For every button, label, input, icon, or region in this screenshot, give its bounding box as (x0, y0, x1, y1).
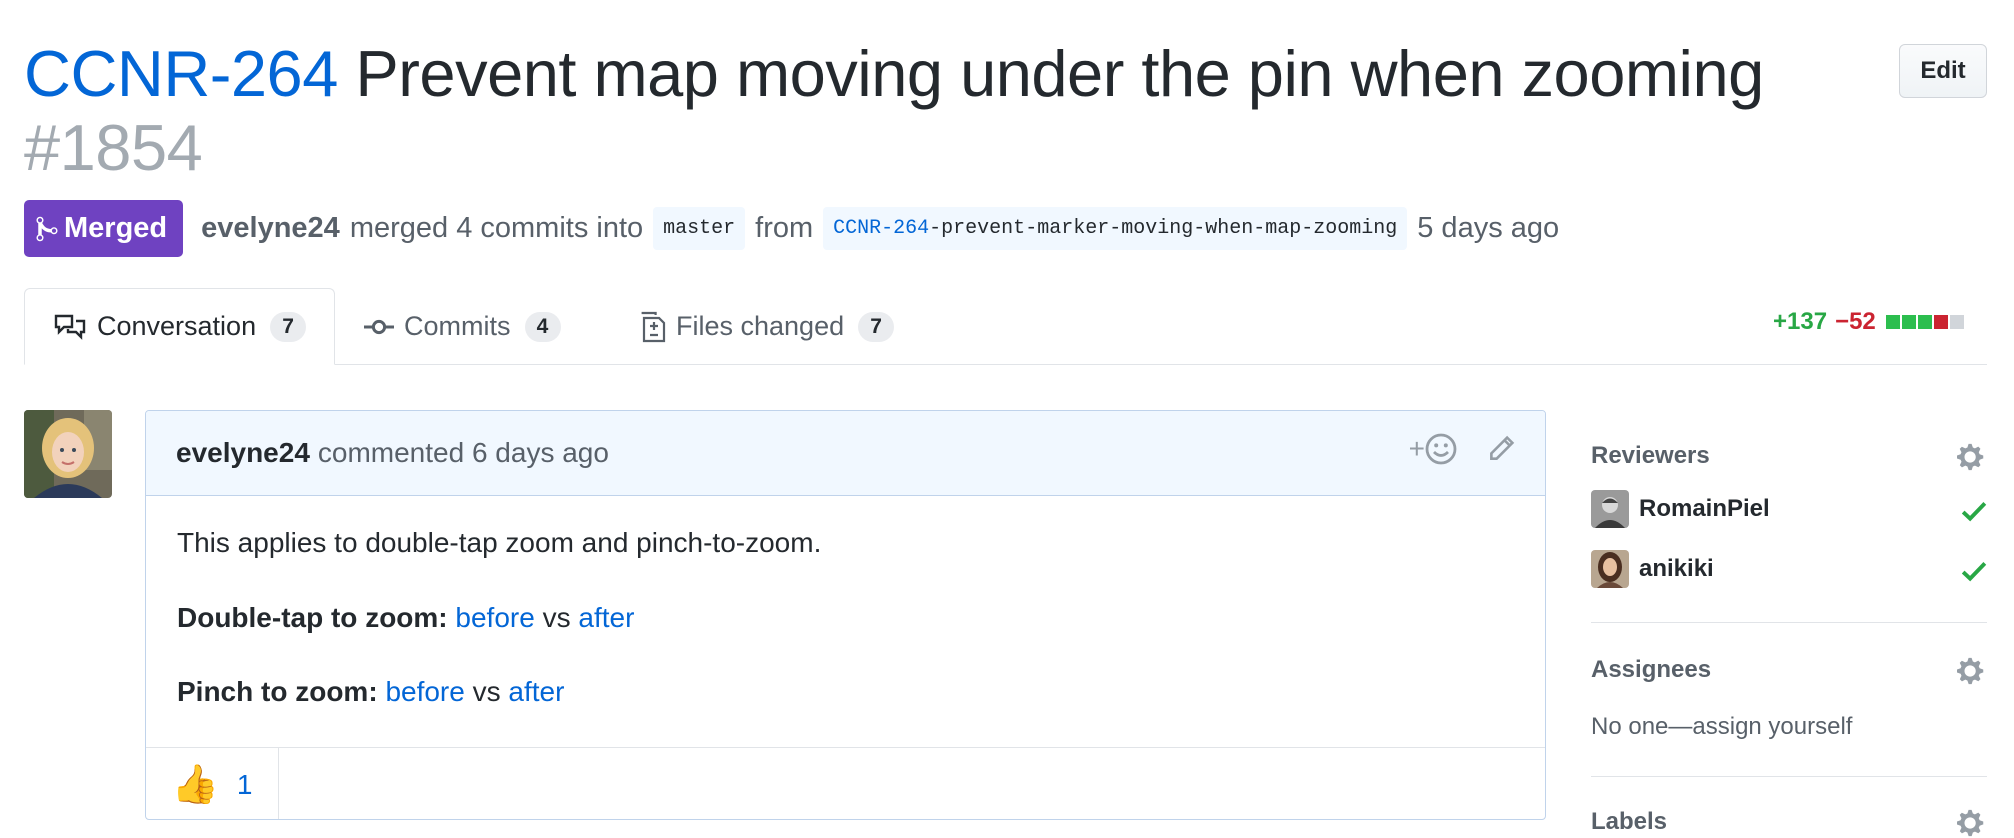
comment-actions: + (1409, 433, 1515, 465)
tab-files-changed-label: Files changed (676, 311, 845, 341)
tab-commits-count: 4 (524, 311, 561, 342)
file-diff-icon (640, 311, 666, 343)
tab-files-changed-count: 7 (858, 311, 895, 342)
head-branch-key: CCNR-264 (833, 217, 930, 240)
merged-label: Merged (64, 212, 168, 244)
double-tap-vs: vs (542, 602, 571, 633)
head-branch[interactable]: CCNR-264-prevent-marker-moving-when-map-… (823, 207, 1408, 250)
pinch-after-link[interactable]: after (508, 676, 564, 707)
tab-conversation-count: 7 (270, 311, 307, 342)
double-tap-before-link[interactable]: before (455, 602, 534, 633)
diffstat-block (1901, 315, 1916, 329)
diffstat-deletions: −52 (1835, 308, 1876, 335)
issue-key-link[interactable]: CCNR-264 (24, 37, 338, 110)
pencil-icon[interactable] (1487, 435, 1515, 463)
thumbs-up-icon: 👍 (171, 764, 219, 806)
reviewers-heading[interactable]: Reviewers (1591, 442, 1710, 470)
reviewer-avatar (1591, 550, 1629, 588)
pr-number: #1854 (24, 111, 203, 184)
sidebar-divider (1591, 776, 1987, 777)
comment-box: evelyne24 commented 6 days ago + This ap… (145, 410, 1546, 820)
reviewer-name: RomainPiel (1639, 495, 1770, 522)
reviewer-name: anikiki (1639, 555, 1714, 582)
smiley-icon (1425, 433, 1457, 465)
reviewer-item[interactable]: RomainPiel (1591, 490, 1770, 528)
assignees-heading[interactable]: Assignees (1591, 656, 1711, 684)
diffstat-additions: +137 (1773, 308, 1828, 335)
approved-check-icon (1961, 562, 1987, 582)
approved-check-icon (1961, 502, 1987, 522)
reviewer-avatar (1591, 490, 1629, 528)
comment-line-1: This applies to double-tap zoom and pinc… (177, 527, 822, 558)
double-tap-after-link[interactable]: after (578, 602, 634, 633)
merge-time: 5 days ago (1417, 212, 1560, 244)
tab-files-changed[interactable]: Files changed 7 (640, 288, 895, 365)
edit-button[interactable]: Edit (1899, 44, 1987, 98)
comment-line-double-tap: Double-tap to zoom: before vs after (177, 602, 634, 634)
pinch-before-link[interactable]: before (385, 676, 464, 707)
assignees-gear-icon[interactable] (1957, 656, 1987, 686)
reviewer-item[interactable]: anikiki (1591, 550, 1714, 588)
comment-action[interactable]: commented 6 days ago (318, 437, 609, 469)
diffstat-block (1885, 315, 1900, 329)
diffstat[interactable]: +137 −52 (1773, 308, 1966, 336)
thumbs-up-reaction-button[interactable]: 👍 1 (146, 748, 279, 819)
add-reaction-plus: + (1408, 433, 1425, 464)
labels-heading[interactable]: Labels (1591, 808, 1667, 836)
from-text: from (755, 212, 814, 244)
assign-yourself-link[interactable]: No one—assign yourself (1591, 713, 1852, 741)
add-reaction-button[interactable]: + (1409, 433, 1457, 465)
reactions-bar: 👍 1 (146, 747, 1545, 819)
comment-header: evelyne24 commented 6 days ago + (146, 411, 1545, 496)
merged-text: merged 4 commits into (349, 212, 644, 244)
pr-title: CCNR-264 Prevent map moving under the pi… (24, 38, 1764, 110)
diffstat-block (1917, 315, 1932, 329)
pr-meta: Merged evelyne24 merged 4 commits into m… (24, 200, 1559, 257)
reviewers-gear-icon[interactable] (1957, 442, 1987, 472)
git-commit-icon (364, 317, 394, 337)
sidebar-divider (1591, 622, 1987, 623)
head-branch-rest: -prevent-marker-moving-when-map-zooming (929, 217, 1398, 240)
author-avatar[interactable] (24, 410, 112, 498)
labels-gear-icon[interactable] (1957, 808, 1987, 838)
pinch-label: Pinch to zoom: (177, 676, 378, 707)
base-branch[interactable]: master (653, 207, 746, 250)
diffstat-block (1933, 315, 1948, 329)
author-link[interactable]: evelyne24 (201, 212, 340, 245)
tab-conversation[interactable]: Conversation 7 (24, 288, 336, 365)
tab-commits-label: Commits (404, 311, 511, 341)
comment-discussion-icon (53, 313, 87, 341)
reaction-count: 1 (236, 769, 253, 800)
comment-line-pinch: Pinch to zoom: before vs after (177, 676, 564, 708)
diffstat-block (1949, 315, 1964, 329)
comment-author-link[interactable]: evelyne24 (176, 437, 310, 469)
tab-commits[interactable]: Commits 4 (364, 288, 561, 365)
pinch-vs: vs (472, 676, 501, 707)
double-tap-label: Double-tap to zoom: (177, 602, 448, 633)
merged-status-badge: Merged (24, 200, 184, 257)
tab-conversation-label: Conversation (97, 311, 257, 341)
git-merge-icon (36, 216, 58, 241)
pr-title-text: Prevent map moving under the pin when zo… (355, 37, 1764, 110)
